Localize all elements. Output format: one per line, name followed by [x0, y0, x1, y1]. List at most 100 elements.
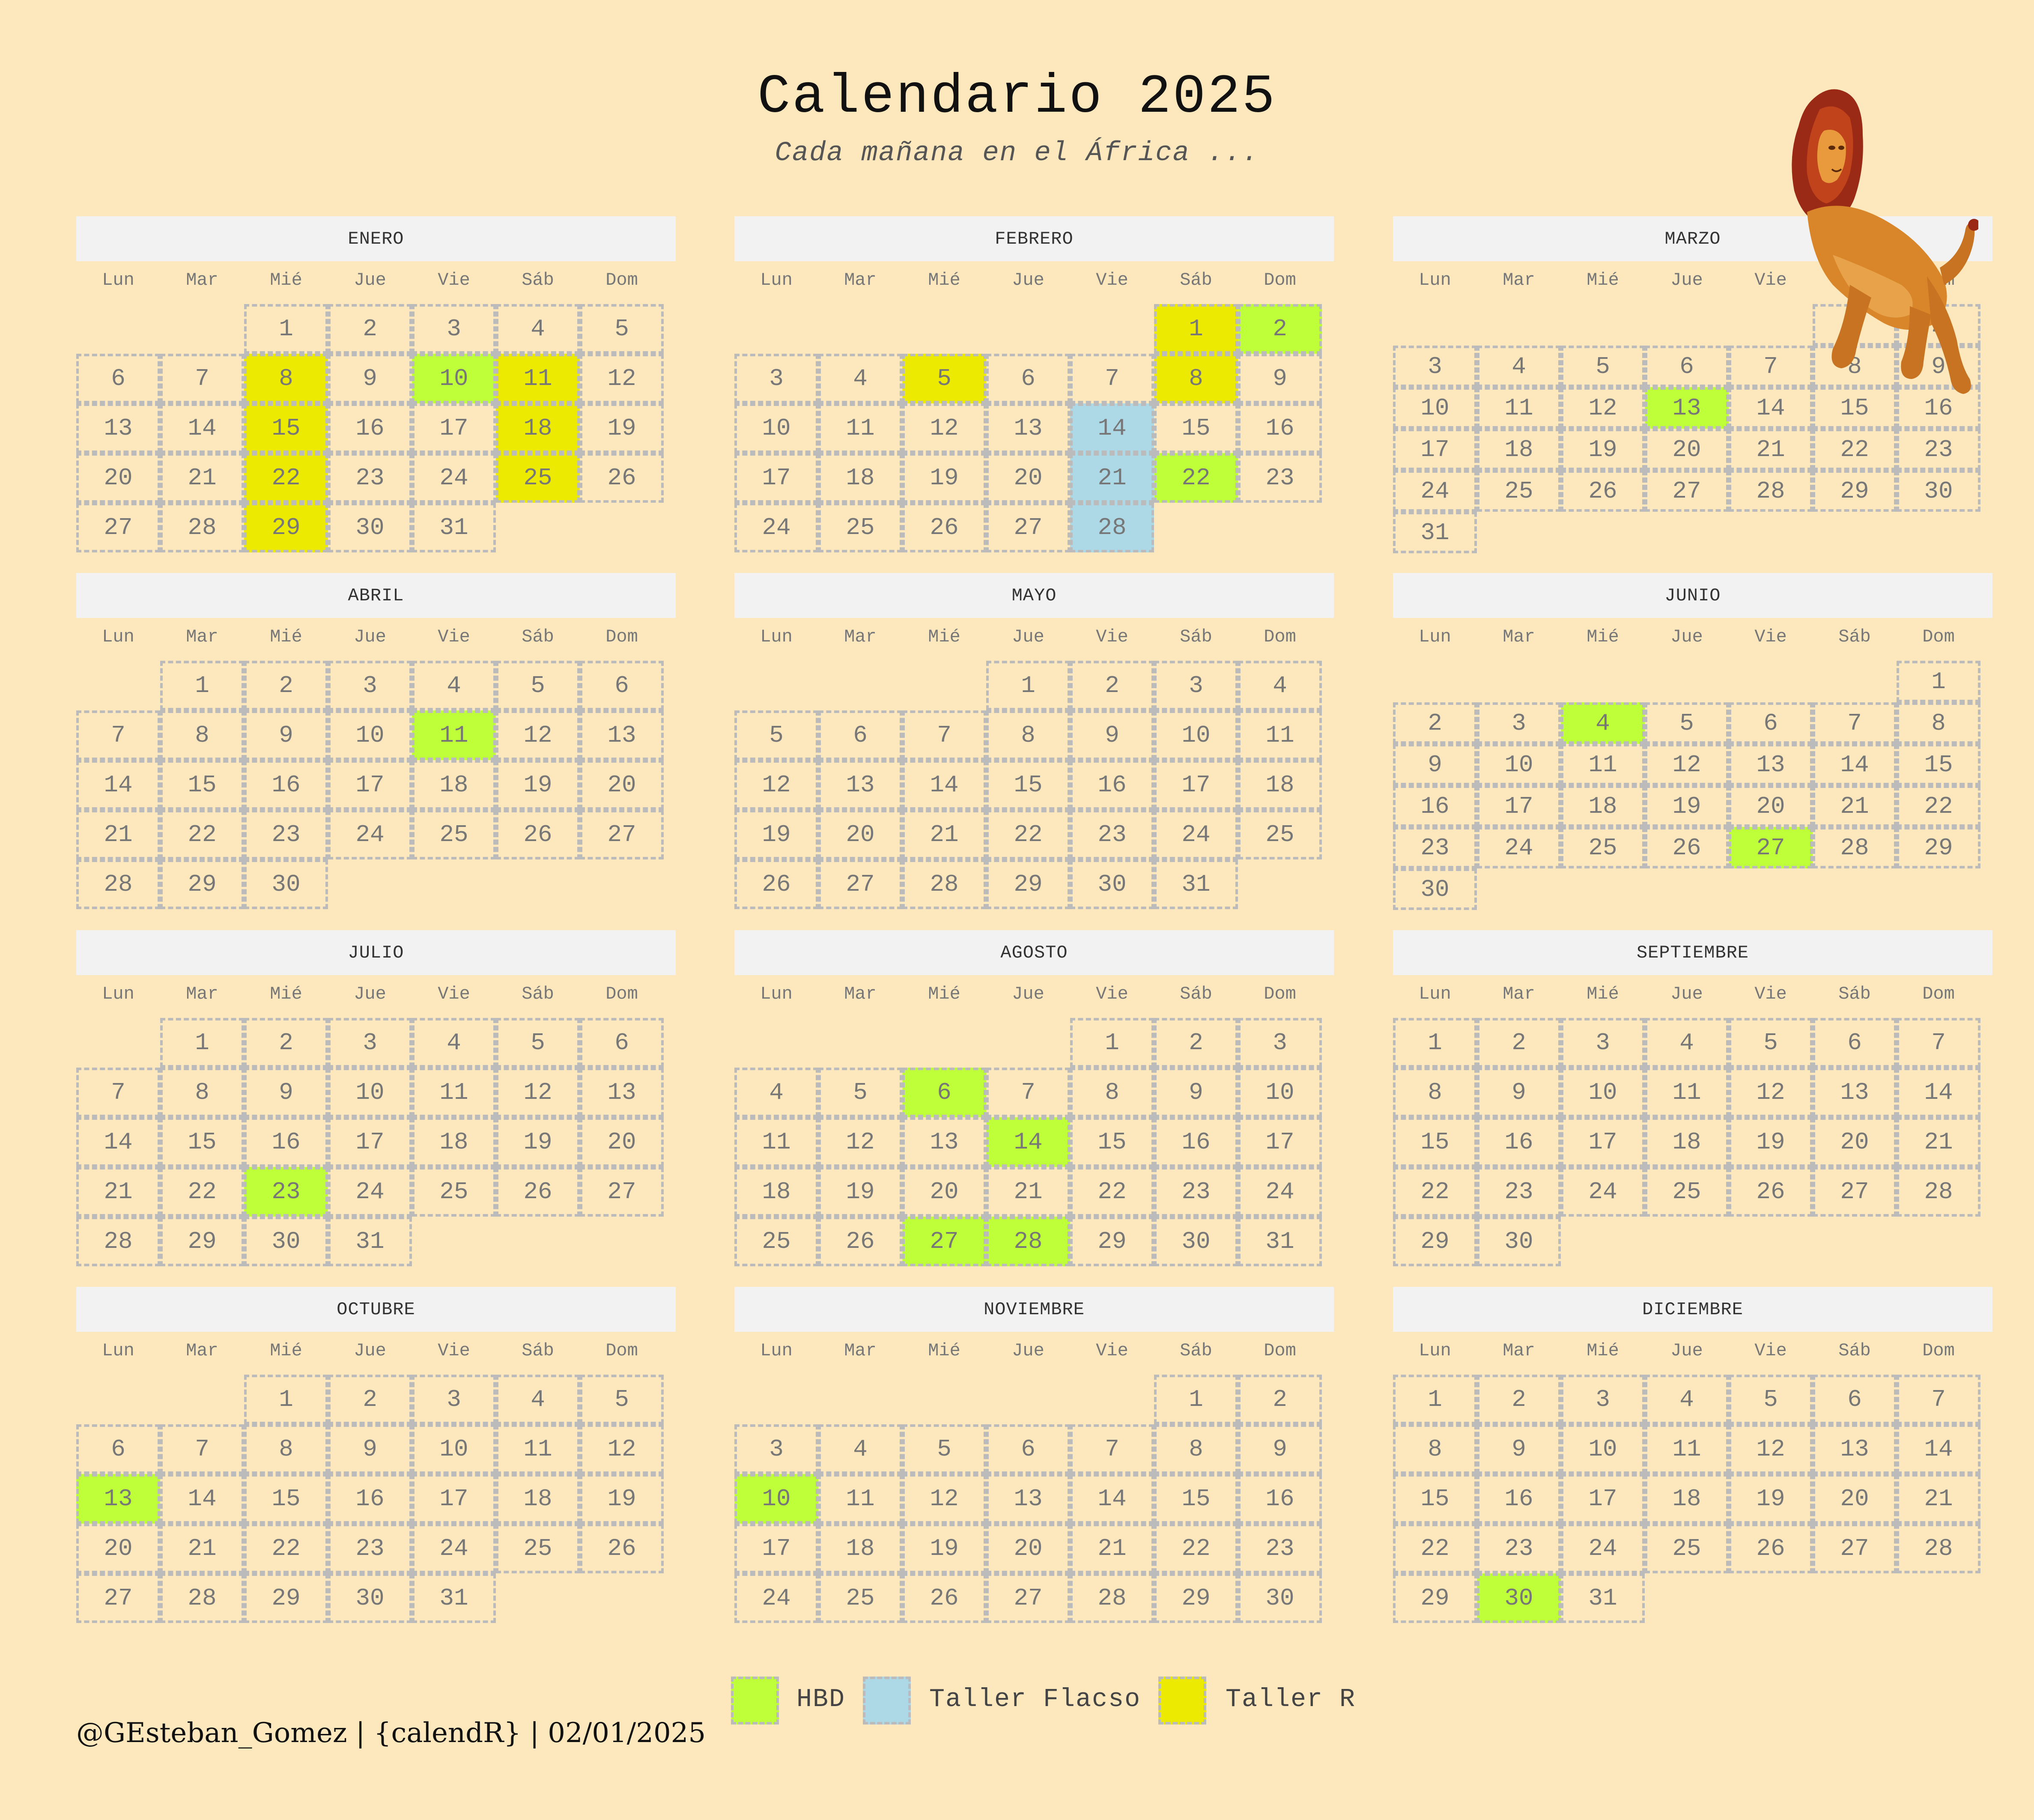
day-cell: 14 [76, 760, 160, 810]
day-cell: 28 [160, 503, 244, 552]
day-cell: 14 [986, 1117, 1070, 1167]
day-cell: 21 [160, 453, 244, 503]
legend-swatch-taller_r [1158, 1677, 1206, 1725]
day-cell: 25 [496, 453, 580, 503]
weekday-label: Lun [1419, 627, 1451, 647]
day-cell: 16 [244, 1117, 328, 1167]
day-cell: 30 [1238, 1573, 1322, 1623]
day-cell: 18 [1645, 1474, 1729, 1524]
weekday-label: Dom [1264, 627, 1296, 647]
weekday-label: Sáb [1838, 984, 1871, 1004]
day-cell: 22 [1813, 429, 1897, 470]
day-cell: 12 [1561, 387, 1645, 429]
month-header: SEPTIEMBRE [1393, 930, 1992, 975]
weekday-label: Vie [1096, 1340, 1128, 1361]
day-cell: 16 [328, 1474, 412, 1524]
month-abril: ABRIL Lun Mar Mié Jue Vie Sáb Dom 1 2 3 4 5 6 7 8 9 10 11 1… [76, 573, 676, 916]
month-diciembre: DICIEMBRE Lun Mar Mié Jue Vie Sáb Dom 1 2 3 4 5 6 7 8 9 1… [1393, 1287, 1992, 1629]
day-cell: 8 [986, 710, 1070, 760]
day-cell: 24 [1561, 1167, 1645, 1217]
day-cell: 27 [986, 503, 1070, 552]
day-cell: 13 [1645, 387, 1729, 429]
day-cell: 9 [244, 710, 328, 760]
weekday-label: Mié [270, 627, 302, 647]
day-cell: 22 [1154, 453, 1238, 503]
weekday-label: Mar [186, 1340, 218, 1361]
weekday-label: Vie [438, 1340, 470, 1361]
day-cell: 3 [1477, 702, 1561, 744]
day-cell: 31 [412, 1573, 496, 1623]
weekday-label: Jue [1670, 984, 1703, 1004]
day-cell: 20 [1813, 1117, 1897, 1167]
day-cell: 30 [1393, 868, 1477, 910]
day-cell: 26 [580, 453, 664, 503]
day-cell: 1 [244, 304, 328, 354]
day-cell: 30 [328, 1573, 412, 1623]
day-cell: 12 [496, 1068, 580, 1117]
day-cell: 16 [1238, 1474, 1322, 1524]
day-cell: 5 [818, 1068, 902, 1117]
day-cell: 2 [1477, 1018, 1561, 1068]
weekday-label: Jue [1012, 627, 1044, 647]
month-header: NOVIEMBRE [734, 1287, 1334, 1332]
weekday-label: Jue [354, 1340, 386, 1361]
weekday-label: Mié [1587, 1340, 1619, 1361]
day-cell: 8 [1154, 354, 1238, 403]
weekday-label: Sáb [522, 984, 554, 1004]
day-cell: 5 [734, 710, 818, 760]
day-cell: 13 [986, 403, 1070, 453]
day-cell: 12 [580, 1424, 664, 1474]
day-cell: 7 [76, 1068, 160, 1117]
weekday-label: Lun [760, 270, 793, 290]
day-cell: 27 [1729, 827, 1813, 868]
day-cell: 9 [328, 354, 412, 403]
day-cell: 14 [1070, 403, 1154, 453]
day-cell: 14 [160, 403, 244, 453]
day-cell: 13 [986, 1474, 1070, 1524]
day-cell: 14 [1070, 1474, 1154, 1524]
weekday-label: Lun [102, 270, 134, 290]
day-cell: 3 [1393, 346, 1477, 387]
day-cell: 10 [1238, 1068, 1322, 1117]
day-cell: 11 [496, 354, 580, 403]
legend-swatch-hbd [731, 1677, 779, 1725]
day-cell: 23 [328, 453, 412, 503]
day-cell: 10 [1393, 387, 1477, 429]
day-cell: 13 [580, 1068, 664, 1117]
day-cell: 1 [1393, 1018, 1477, 1068]
day-cell: 24 [328, 1167, 412, 1217]
day-cell: 24 [412, 1524, 496, 1573]
day-cell: 26 [1561, 470, 1645, 512]
day-cell: 4 [412, 661, 496, 710]
day-cell: 9 [1154, 1068, 1238, 1117]
day-cell: 5 [902, 354, 986, 403]
day-cell: 18 [818, 453, 902, 503]
day-cell: 20 [76, 453, 160, 503]
lion-illustration [1792, 89, 1978, 394]
month-junio: JUNIO Lun Mar Mié Jue Vie Sáb Dom 1 2 3 4 5 6 7 8 9 10 11 1… [1393, 573, 1992, 916]
day-cell: 25 [1238, 810, 1322, 859]
day-cell: 1 [1154, 1375, 1238, 1424]
day-cell: 10 [1477, 744, 1561, 785]
day-cell: 25 [734, 1217, 818, 1266]
day-cell: 18 [1645, 1117, 1729, 1167]
day-cell: 28 [1070, 1573, 1154, 1623]
day-cell: 22 [1393, 1524, 1477, 1573]
day-cell: 2 [1393, 702, 1477, 744]
day-cell: 5 [1645, 702, 1729, 744]
day-cell: 10 [734, 403, 818, 453]
day-cell: 17 [734, 1524, 818, 1573]
day-cell: 4 [818, 354, 902, 403]
day-cell: 17 [734, 453, 818, 503]
day-cell: 23 [1477, 1524, 1561, 1573]
day-cell: 1 [160, 1018, 244, 1068]
day-cell: 27 [902, 1217, 986, 1266]
day-cell: 7 [1070, 354, 1154, 403]
day-cell: 24 [1477, 827, 1561, 868]
day-cell: 31 [1238, 1217, 1322, 1266]
day-cell: 31 [1154, 859, 1238, 909]
weekday-label: Dom [605, 270, 638, 290]
day-cell: 22 [244, 1524, 328, 1573]
day-cell: 26 [580, 1524, 664, 1573]
day-cell: 23 [1238, 453, 1322, 503]
